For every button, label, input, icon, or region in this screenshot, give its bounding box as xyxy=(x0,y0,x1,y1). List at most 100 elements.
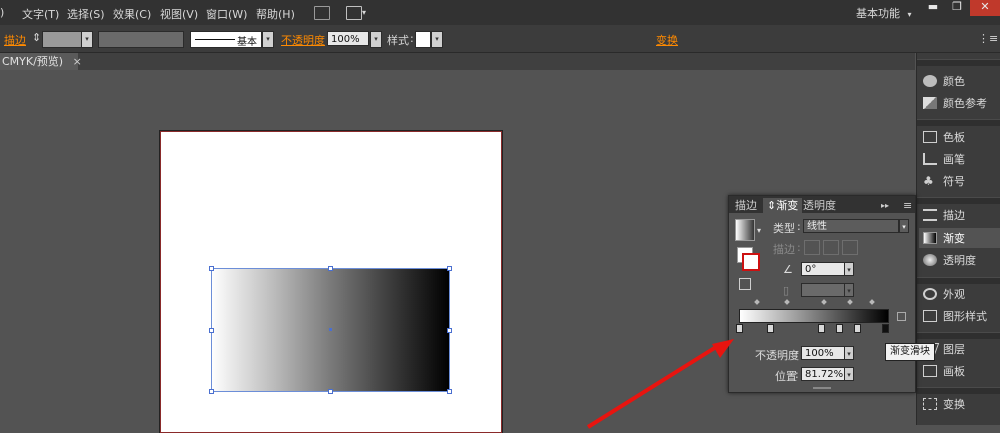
dock-item-label: 透明度 xyxy=(943,254,976,267)
style-swatch[interactable] xyxy=(415,31,431,48)
bridge-icon[interactable] xyxy=(314,6,330,20)
selection-handle[interactable] xyxy=(328,266,333,271)
menu-item-type[interactable]: 文字(T) xyxy=(22,6,59,22)
tab-gradient[interactable]: ⇕渐变 xyxy=(763,198,803,213)
gradient-stop[interactable] xyxy=(818,324,825,333)
stroke-label: 描边 xyxy=(773,243,795,256)
document-tab-label: CMYK/预览) xyxy=(2,55,64,68)
dock-item-appearance[interactable]: 外观 xyxy=(923,284,999,304)
panel-dock: 颜色 颜色参考 色板 画笔 ♣ 符号 描边 渐变 透明度 外观 图形样式 图层 xyxy=(916,53,1000,425)
close-button[interactable]: ✕ xyxy=(970,0,1000,16)
arrange-documents-icon[interactable] xyxy=(346,6,362,20)
brush-label: 基本 xyxy=(237,37,257,48)
arrange-arrow-icon[interactable]: ▾ xyxy=(362,8,366,17)
minimize-button[interactable]: ▬ xyxy=(920,0,946,16)
midpoint-diamond[interactable] xyxy=(754,299,760,305)
panel-resize-grip[interactable] xyxy=(813,387,831,389)
palette-icon xyxy=(923,75,937,87)
dock-item-swatches[interactable]: 色板 xyxy=(923,127,999,147)
menu-item-effect[interactable]: 效果(C) xyxy=(113,6,151,22)
workspace-label: 基本功能 xyxy=(856,7,900,20)
brush-dropdown[interactable]: ▾ xyxy=(262,31,274,48)
dock-divider xyxy=(917,332,1000,339)
appearance-icon xyxy=(923,288,937,300)
stroke-along-icon xyxy=(823,240,839,255)
document-tab[interactable]: CMYK/预览) × xyxy=(0,53,82,70)
gradient-type-dropdown[interactable]: ▾ xyxy=(899,219,909,233)
variable-width-field[interactable] xyxy=(98,31,184,48)
panel-expand-icon[interactable]: ▸▸ xyxy=(877,198,893,213)
midpoint-diamond[interactable] xyxy=(869,299,875,305)
gradient-stop[interactable] xyxy=(836,324,843,333)
menu-item-view[interactable]: 视图(V) xyxy=(160,6,198,22)
dock-item-color[interactable]: 颜色 xyxy=(923,71,999,91)
gradient-stop[interactable] xyxy=(736,324,743,333)
delete-stop-icon[interactable] xyxy=(897,312,906,321)
stroke-label[interactable]: 描边 xyxy=(4,32,26,48)
selection-handle[interactable] xyxy=(447,389,452,394)
midpoint-diamond[interactable] xyxy=(821,299,827,305)
dock-item-color-guide[interactable]: 颜色参考 xyxy=(923,93,999,113)
gradient-slider[interactable] xyxy=(739,309,889,323)
dock-item-transparency[interactable]: 透明度 xyxy=(923,250,999,270)
stroke-none-icon[interactable] xyxy=(742,253,760,271)
workspace-switcher[interactable]: 基本功能 ▾ xyxy=(856,5,912,21)
dock-item-label: 符号 xyxy=(943,175,965,188)
angle-dropdown[interactable]: ▾ xyxy=(844,262,854,276)
dock-item-gradient[interactable]: 渐变 xyxy=(919,228,1000,248)
gradient-stop-selected[interactable] xyxy=(882,324,889,333)
menu-item-select[interactable]: 选择(S) xyxy=(67,6,105,22)
workspace-arrow-icon: ▾ xyxy=(907,10,912,19)
transform-label[interactable]: 变换 xyxy=(656,32,678,48)
maximize-button[interactable]: ❐ xyxy=(944,0,970,16)
style-dropdown[interactable]: ▾ xyxy=(431,31,443,48)
dock-divider xyxy=(917,387,1000,394)
dock-item-graphic-styles[interactable]: 图形样式 xyxy=(923,306,999,326)
midpoint-diamond[interactable] xyxy=(784,299,790,305)
gradient-fill-swatch[interactable] xyxy=(735,219,755,241)
dock-item-label: 色板 xyxy=(943,131,965,144)
dock-item-label: 图形样式 xyxy=(943,310,987,323)
panel-menu-icon[interactable]: ≡ xyxy=(899,198,916,213)
dock-item-symbols[interactable]: ♣ 符号 xyxy=(923,171,999,191)
gradient-stop[interactable] xyxy=(767,324,774,333)
dock-item-stroke[interactable]: 描边 xyxy=(923,205,999,225)
stop-opacity-dropdown[interactable]: ▾ xyxy=(844,346,854,360)
menu-item-partial[interactable]: ) xyxy=(0,6,4,19)
selection-handle[interactable] xyxy=(447,266,452,271)
tab-transparency[interactable]: 透明度 xyxy=(799,198,840,213)
document-tab-close-icon[interactable]: × xyxy=(73,55,82,68)
selection-handle[interactable] xyxy=(447,328,452,333)
color-guide-icon xyxy=(923,97,937,109)
control-bar-menu-icon[interactable]: ⋮≡ xyxy=(978,32,998,45)
stop-location-dropdown[interactable]: ▾ xyxy=(844,367,854,381)
fill-swatch-arrow-icon[interactable]: ▾ xyxy=(757,226,761,235)
dock-item-transform[interactable]: 变换 xyxy=(923,394,999,414)
brush-definition-field[interactable]: 基本 xyxy=(190,31,262,48)
menu-item-help[interactable]: 帮助(H) xyxy=(256,6,295,22)
gradient-stop[interactable] xyxy=(854,324,861,333)
midpoint-diamond[interactable] xyxy=(847,299,853,305)
annotation-arrow-head-shape xyxy=(712,339,734,358)
opacity-dropdown[interactable]: ▾ xyxy=(370,31,382,48)
stroke-spinner-icon[interactable]: ⇕ xyxy=(32,31,41,44)
stop-opacity-field[interactable]: 100% xyxy=(801,346,845,360)
selection-handle[interactable] xyxy=(209,389,214,394)
dock-item-brushes[interactable]: 画笔 xyxy=(923,149,999,169)
angle-field[interactable]: 0° xyxy=(801,262,845,276)
stroke-weight-dropdown[interactable]: ▾ xyxy=(81,31,93,48)
stroke-weight-field[interactable] xyxy=(42,31,82,48)
opacity-field[interactable]: 100% xyxy=(327,31,369,46)
stop-location-field[interactable]: 81.72% xyxy=(801,367,845,381)
aspect-ratio-field xyxy=(801,283,845,297)
tab-stroke[interactable]: 描边 xyxy=(731,198,761,213)
reverse-gradient-icon[interactable] xyxy=(739,278,751,290)
opacity-label[interactable]: 不透明度 xyxy=(281,32,325,48)
selection-handle[interactable] xyxy=(209,328,214,333)
stop-opacity-label: 不透明度 xyxy=(755,349,799,362)
selection-handle[interactable] xyxy=(209,266,214,271)
gradient-type-select[interactable]: 线性 xyxy=(803,219,899,233)
dock-item-artboards[interactable]: 画板 xyxy=(923,361,999,381)
menu-item-window[interactable]: 窗口(W) xyxy=(206,6,247,22)
selection-handle[interactable] xyxy=(328,389,333,394)
